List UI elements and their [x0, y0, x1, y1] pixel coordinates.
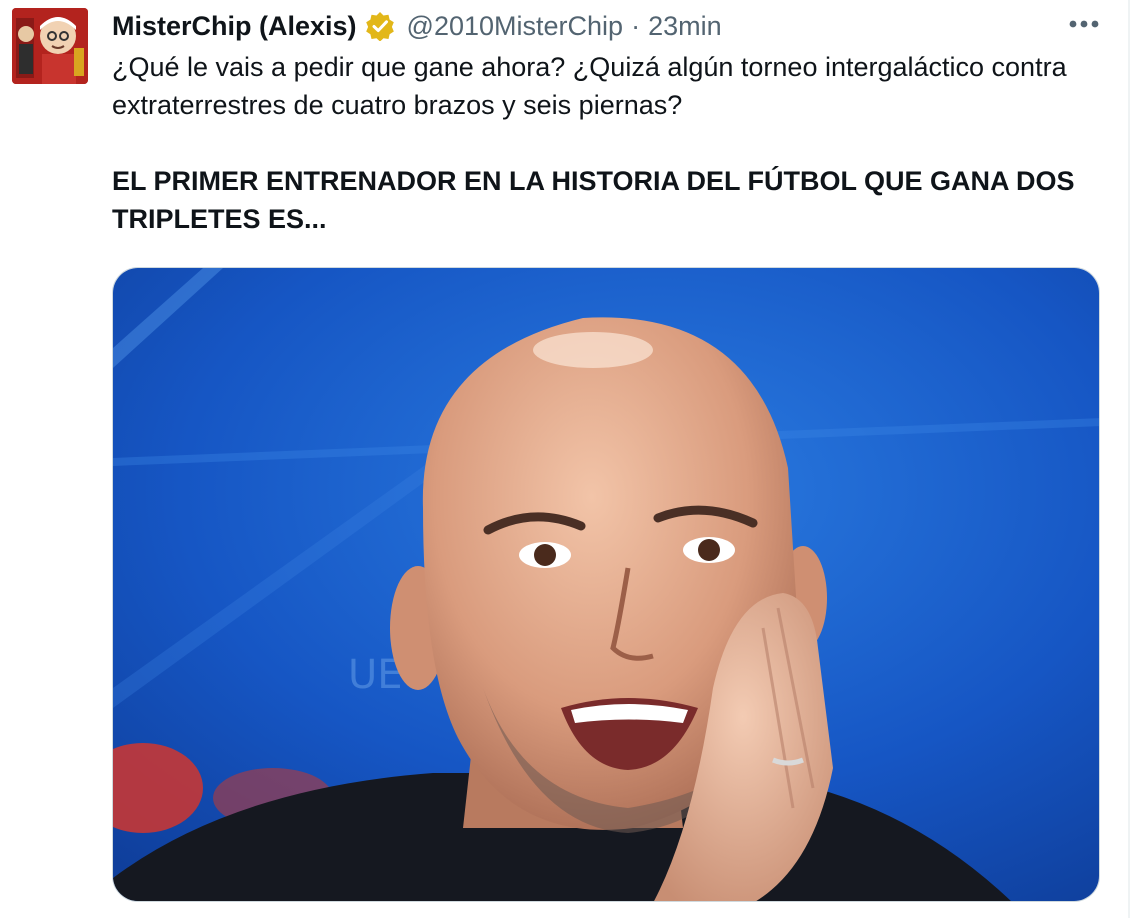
photo-icon: UE [113, 268, 1099, 901]
display-name[interactable]: MisterChip (Alexis) [112, 11, 357, 42]
timestamp[interactable]: 23min [648, 11, 722, 42]
separator-dot: · [631, 10, 641, 41]
handle[interactable]: @2010MisterChip [407, 11, 624, 42]
tweet-text-bold: EL PRIMER ENTRENADOR EN LA HISTORIA DEL … [112, 166, 1075, 234]
tweet-text-line: ¿Qué le vais a pedir que gane ahora? ¿Qu… [112, 52, 1067, 120]
tweet-header: MisterChip (Alexis) @2010MisterChip · 23… [112, 8, 722, 44]
more-button[interactable] [1062, 10, 1106, 40]
tweet-photo[interactable]: UE [112, 267, 1100, 902]
verified-badge-icon [365, 11, 395, 42]
divider [1128, 0, 1130, 918]
tweet-card[interactable]: MisterChip (Alexis) @2010MisterChip · 23… [0, 0, 1140, 918]
avatar[interactable] [12, 8, 88, 84]
more-horizontal-icon [1068, 16, 1100, 34]
tweet-text: ¿Qué le vais a pedir que gane ahora? ¿Qu… [112, 48, 1102, 238]
